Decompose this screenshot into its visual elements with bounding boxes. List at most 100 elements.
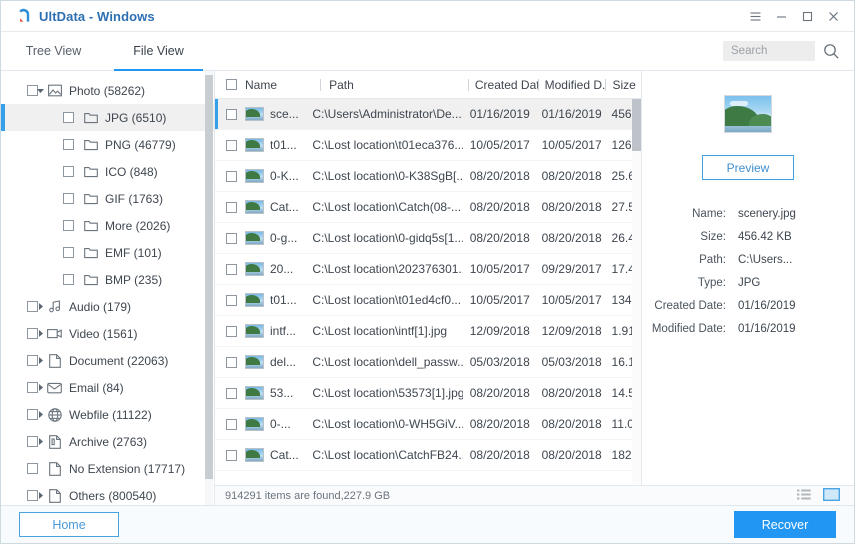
tab-file-view[interactable]: File View	[106, 32, 211, 70]
column-header-modified-date[interactable]: Modified D...	[538, 78, 606, 92]
preview-button[interactable]: Preview	[702, 155, 794, 180]
table-row[interactable]: Cat...C:\Lost location\Catch(08-...08/20…	[215, 192, 641, 223]
sidebar-item-checkbox[interactable]	[63, 166, 74, 177]
cell-path: C:\Lost location\t01eca376...	[310, 138, 462, 152]
sidebar-item-others[interactable]: Others (800540)	[1, 482, 214, 505]
file-list-scrollbar-track[interactable]	[632, 99, 641, 485]
sidebar-item-archive[interactable]: Archive (2763)	[1, 428, 214, 455]
file-list-scrollbar-thumb[interactable]	[632, 99, 641, 151]
row-checkbox[interactable]	[226, 450, 237, 461]
chevron-right-icon[interactable]	[35, 410, 45, 420]
row-checkbox[interactable]	[226, 109, 237, 120]
column-header-size[interactable]: Size	[605, 78, 641, 92]
search-input[interactable]: Search	[723, 41, 815, 61]
row-checkbox[interactable]	[226, 388, 237, 399]
sidebar-item-more[interactable]: More (2026)	[1, 212, 214, 239]
cell-created-date: 08/20/2018	[463, 200, 535, 214]
table-row[interactable]: 0-K...C:\Lost location\0-K38SgB[...08/20…	[215, 161, 641, 192]
table-row[interactable]: 0-g...C:\Lost location\0-gidq5s[1...08/2…	[215, 223, 641, 254]
cell-name: 0-...	[270, 417, 310, 431]
minimize-icon[interactable]	[768, 1, 794, 31]
grid-view-icon[interactable]	[823, 488, 840, 504]
recover-button[interactable]: Recover	[734, 511, 836, 538]
column-header-name[interactable]: Name	[245, 78, 320, 92]
chevron-right-icon[interactable]	[35, 356, 45, 366]
sidebar-item-jpg[interactable]: JPG (6510)	[1, 104, 214, 131]
sidebar-item-ico[interactable]: ICO (848)	[1, 158, 214, 185]
cell-modified-date: 08/20/2018	[535, 417, 605, 431]
row-checkbox[interactable]	[226, 419, 237, 430]
cell-modified-date: 08/20/2018	[535, 169, 605, 183]
cell-name: 0-K...	[270, 169, 310, 183]
sidebar-item-bmp[interactable]: BMP (235)	[1, 266, 214, 293]
row-checkbox[interactable]	[226, 357, 237, 368]
sidebar-item-no[interactable]: No Extension (17717)	[1, 455, 214, 482]
globe-icon	[47, 408, 62, 422]
cell-path: C:\Lost location\202376301...	[310, 262, 462, 276]
folder-icon	[83, 246, 98, 260]
menu-icon[interactable]	[742, 1, 768, 31]
chevron-right-icon[interactable]	[35, 437, 45, 447]
table-row[interactable]: intf...C:\Lost location\intf[1].jpg12/09…	[215, 316, 641, 347]
row-checkbox[interactable]	[226, 233, 237, 244]
chevron-right-icon[interactable]	[35, 302, 45, 312]
sidebar-scrollbar-thumb[interactable]	[205, 75, 213, 479]
table-row[interactable]: del...C:\Lost location\dell_passw...05/0…	[215, 347, 641, 378]
row-checkbox[interactable]	[226, 171, 237, 182]
sidebar-item-checkbox[interactable]	[63, 112, 74, 123]
table-row[interactable]: 20...C:\Lost location\202376301...10/05/…	[215, 254, 641, 285]
status-bar: 914291 items are found,227.9 GB	[215, 485, 854, 505]
chevron-down-icon[interactable]	[35, 86, 45, 96]
table-row[interactable]: 0-...C:\Lost location\0-WH5GiV...08/20/2…	[215, 409, 641, 440]
table-row[interactable]: t01...C:\Lost location\t01eca376...10/05…	[215, 130, 641, 161]
table-row[interactable]: t01...C:\Lost location\t01ed4cf0...10/05…	[215, 285, 641, 316]
sidebar-item-document[interactable]: Document (22063)	[1, 347, 214, 374]
sidebar-item-emf[interactable]: EMF (101)	[1, 239, 214, 266]
sidebar-item-checkbox[interactable]	[63, 274, 74, 285]
row-checkbox[interactable]	[226, 326, 237, 337]
chevron-right-icon[interactable]	[35, 329, 45, 339]
sidebar-item-label: Photo (58262)	[69, 84, 145, 98]
sidebar-item-webfile[interactable]: Webfile (11122)	[1, 401, 214, 428]
sidebar-item-audio[interactable]: Audio (179)	[1, 293, 214, 320]
sidebar-item-checkbox[interactable]	[63, 193, 74, 204]
cell-name: sce...	[270, 107, 310, 121]
sidebar-item-checkbox[interactable]	[63, 139, 74, 150]
search-icon[interactable]	[823, 43, 840, 60]
maximize-icon[interactable]	[794, 1, 820, 31]
folder-icon	[83, 219, 98, 233]
folder-icon	[83, 111, 98, 125]
table-header-row: Name Path Created Date Modified D..	[215, 71, 641, 99]
sidebar-item-checkbox[interactable]	[63, 220, 74, 231]
list-view-icon[interactable]	[797, 489, 811, 503]
chevron-right-icon[interactable]	[35, 383, 45, 393]
sidebar-item-checkbox[interactable]	[27, 463, 38, 474]
file-thumbnail-icon	[245, 355, 264, 369]
row-checkbox[interactable]	[226, 202, 237, 213]
row-checkbox[interactable]	[226, 140, 237, 151]
sidebar-item-email[interactable]: Email (84)	[1, 374, 214, 401]
table-body: sce...C:\Users\Administrator\De...01/16/…	[215, 99, 641, 485]
row-checkbox[interactable]	[226, 264, 237, 275]
column-header-path[interactable]: Path	[320, 78, 468, 92]
sidebar-item-label: More (2026)	[105, 219, 170, 233]
chevron-right-icon[interactable]	[35, 491, 45, 501]
table-row[interactable]: 53...C:\Lost location\53573[1].jpg08/20/…	[215, 378, 641, 409]
sidebar-item-photo[interactable]: Photo (58262)	[1, 77, 214, 104]
metadata-value: 01/16/2019	[738, 323, 796, 335]
sidebar-item-gif[interactable]: GIF (1763)	[1, 185, 214, 212]
table-row[interactable]: Cat...C:\Lost location\CatchFB24...08/20…	[215, 440, 641, 471]
table-row[interactable]: sce...C:\Users\Administrator\De...01/16/…	[215, 99, 641, 130]
column-header-created-date[interactable]: Created Date	[468, 78, 538, 92]
scenery-thumbnail	[724, 95, 772, 133]
select-all-checkbox[interactable]	[226, 79, 237, 90]
sidebar-item-png[interactable]: PNG (46779)	[1, 131, 214, 158]
close-icon[interactable]	[820, 1, 846, 31]
metadata-row: Name:scenery.jpg	[642, 202, 838, 225]
home-button[interactable]: Home	[19, 512, 119, 537]
row-checkbox[interactable]	[226, 295, 237, 306]
sidebar-item-video[interactable]: Video (1561)	[1, 320, 214, 347]
sidebar-item-checkbox[interactable]	[63, 247, 74, 258]
tab-tree-view[interactable]: Tree View	[1, 32, 106, 70]
archive-icon	[47, 435, 62, 449]
